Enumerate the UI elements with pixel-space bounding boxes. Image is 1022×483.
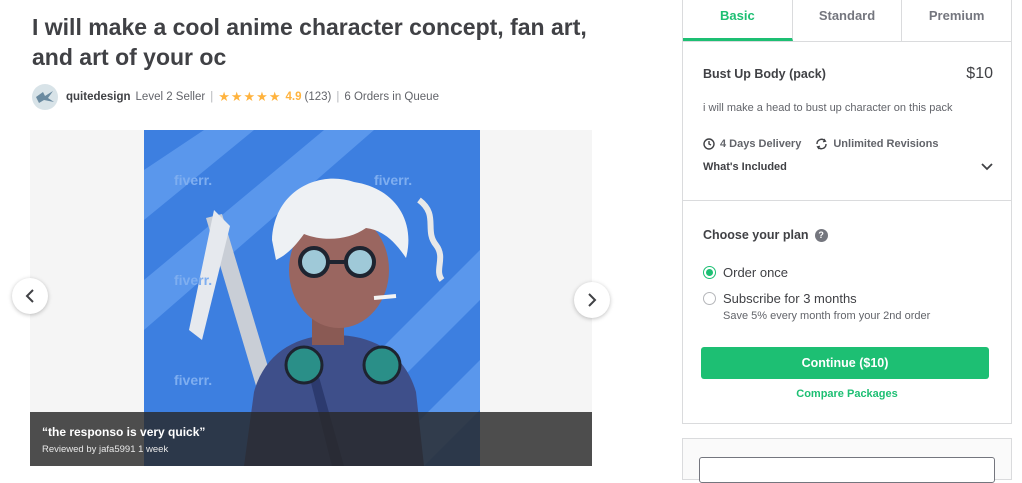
gallery-prev-button[interactable] <box>12 278 48 314</box>
clock-icon <box>703 138 715 150</box>
plan-option-subscribe-label: Subscribe for 3 months <box>723 291 857 306</box>
watermark: fiverr. <box>174 172 212 188</box>
divider: | <box>336 91 340 103</box>
gallery-next-button[interactable] <box>574 282 610 318</box>
orders-in-queue: 6 Orders in Queue <box>344 91 439 103</box>
watermark: fiverr. <box>174 272 212 288</box>
divider: | <box>210 91 214 103</box>
package-meta: 4 Days Delivery Unlimited Revisions <box>703 138 952 150</box>
watermark: fiverr. <box>174 372 212 388</box>
contact-seller-panel <box>682 438 1012 483</box>
whats-included-label: What's Included <box>703 161 787 173</box>
plan-title-label: Choose your plan <box>703 228 809 242</box>
breadcrumb <box>32 0 192 2</box>
chevron-down-icon <box>981 163 993 171</box>
chevron-left-icon <box>25 289 34 303</box>
review-overlay: “the responso is very quick” Reviewed by… <box>30 412 592 466</box>
seller-info-row: quitedesign Level 2 Seller | ★★★★★ 4.9 (… <box>32 84 439 110</box>
watermark: fiverr. <box>374 172 412 188</box>
rating-stars: ★★★★★ <box>218 89 282 104</box>
delivery-info: 4 Days Delivery <box>703 138 801 150</box>
tab-premium[interactable]: Premium <box>902 0 1011 41</box>
package-tabs: Basic Standard Premium <box>683 0 1011 42</box>
rating-score: 4.9 <box>285 91 302 103</box>
review-meta: Reviewed by jafa5991 1 week <box>42 444 169 455</box>
package-description: i will make a head to bust up character … <box>703 102 953 114</box>
package-panel: Basic Standard Premium Bust Up Body (pac… <box>682 0 1012 424</box>
avatar[interactable] <box>32 84 58 110</box>
seller-logo-icon <box>36 91 54 103</box>
radio-checked-icon[interactable] <box>703 266 716 279</box>
whats-included-toggle[interactable]: What's Included <box>703 161 993 173</box>
review-quote: “the responso is very quick” <box>42 425 206 439</box>
plan-option-subscribe[interactable]: Subscribe for 3 months <box>703 291 857 306</box>
revisions-info: Unlimited Revisions <box>815 138 938 150</box>
package-price: $10 <box>966 65 993 82</box>
continue-button[interactable]: Continue ($10) <box>701 347 989 379</box>
package-name: Bust Up Body (pack) <box>703 67 826 81</box>
compare-packages-link[interactable]: Compare Packages <box>683 388 1011 400</box>
gig-title: I will make a cool anime character conce… <box>32 14 587 70</box>
tab-basic[interactable]: Basic <box>683 0 793 41</box>
divider <box>683 200 1011 201</box>
help-icon[interactable]: ? <box>814 228 828 242</box>
delivery-label: 4 Days Delivery <box>720 138 802 150</box>
review-count-link[interactable]: (123) <box>305 91 332 103</box>
seller-name-link[interactable]: quitedesign <box>66 91 131 103</box>
chevron-right-icon <box>588 293 597 307</box>
plan-option-once-label: Order once <box>723 265 789 280</box>
plan-option-once[interactable]: Order once <box>703 265 788 280</box>
contact-seller-button[interactable] <box>699 457 995 483</box>
refresh-icon <box>816 138 828 150</box>
subscribe-note: Save 5% every month from your 2nd order <box>723 310 931 322</box>
gig-gallery: fiverr. fiverr. fiverr. fiverr. “the res… <box>30 130 592 466</box>
revisions-label: Unlimited Revisions <box>833 138 939 150</box>
tab-standard[interactable]: Standard <box>793 0 903 41</box>
plan-title: Choose your plan ? <box>703 228 828 242</box>
seller-level: Level 2 Seller <box>135 91 206 103</box>
radio-unchecked-icon[interactable] <box>703 292 716 305</box>
